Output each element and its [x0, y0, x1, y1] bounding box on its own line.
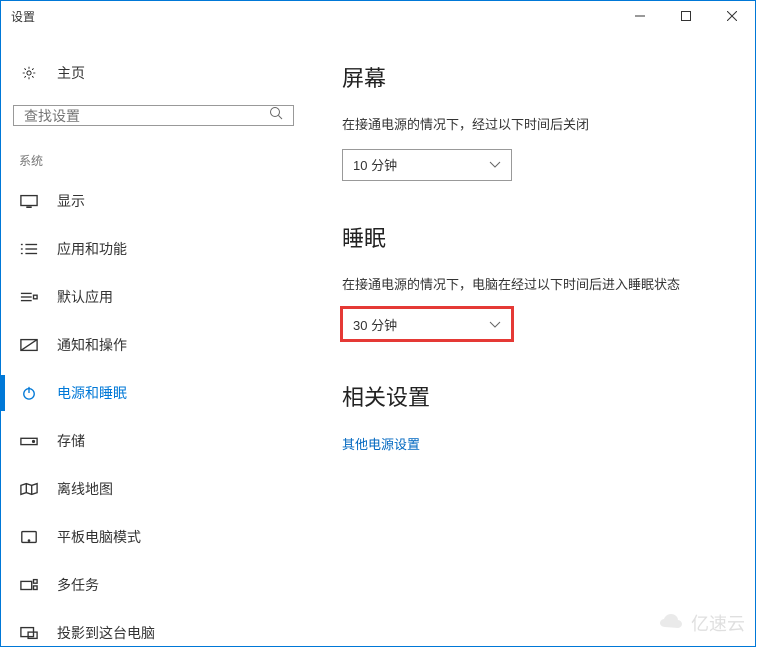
sidebar-item-storage[interactable]: 存储	[1, 417, 306, 465]
sleep-timeout-value: 30 分钟	[353, 315, 397, 334]
chevron-down-icon	[489, 157, 501, 172]
screen-timeout-value: 10 分钟	[353, 155, 397, 174]
titlebar: 设置	[1, 1, 755, 31]
sidebar-item-display[interactable]: 显示	[1, 177, 306, 225]
settings-window: 设置 主页	[0, 0, 756, 647]
sidebar-item-tablet-mode[interactable]: 平板电脑模式	[1, 513, 306, 561]
home-link[interactable]: 主页	[1, 51, 306, 95]
tablet-icon	[19, 530, 39, 544]
power-icon	[19, 386, 39, 400]
home-label: 主页	[57, 63, 85, 83]
category-label: 系统	[1, 126, 306, 177]
screen-timeout-dropdown[interactable]: 10 分钟	[342, 149, 512, 181]
minimize-button[interactable]	[617, 1, 663, 31]
related-section-title: 相关设置	[342, 380, 735, 412]
sidebar-item-label: 离线地图	[57, 479, 113, 499]
chevron-down-icon	[489, 317, 501, 332]
close-button[interactable]	[709, 1, 755, 31]
sidebar-item-label: 存储	[57, 431, 85, 451]
watermark-text: 亿速云	[691, 610, 745, 636]
other-power-settings-link[interactable]: 其他电源设置	[342, 434, 735, 453]
sleep-section-title: 睡眠	[342, 221, 735, 253]
window-title: 设置	[11, 8, 35, 25]
storage-icon	[19, 434, 39, 448]
sidebar-item-notifications[interactable]: 通知和操作	[1, 321, 306, 369]
screen-section-title: 屏幕	[342, 61, 735, 93]
sidebar-item-label: 电源和睡眠	[57, 383, 127, 403]
project-icon	[19, 626, 39, 640]
list-icon	[19, 242, 39, 256]
sidebar-item-label: 多任务	[57, 575, 99, 595]
watermark: 亿速云	[657, 610, 745, 636]
sleep-section-text: 在接通电源的情况下，电脑在经过以下时间后进入睡眠状态	[342, 275, 722, 295]
sidebar: 主页 系统 显示 应用和功能 默认	[1, 31, 306, 646]
monitor-icon	[19, 194, 39, 208]
nav-list: 显示 应用和功能 默认应用 通知和操作 电源和睡眠	[1, 177, 306, 657]
sleep-timeout-dropdown[interactable]: 30 分钟	[342, 308, 512, 340]
multitask-icon	[19, 578, 39, 592]
sidebar-item-label: 显示	[57, 191, 85, 211]
search-input[interactable]	[24, 108, 269, 124]
sidebar-item-label: 通知和操作	[57, 335, 127, 355]
main-panel: 屏幕 在接通电源的情况下，经过以下时间后关闭 10 分钟 睡眠 在接通电源的情况…	[306, 31, 755, 646]
default-apps-icon	[19, 290, 39, 304]
window-controls	[617, 1, 755, 31]
sidebar-item-label: 默认应用	[57, 287, 113, 307]
content-area: 主页 系统 显示 应用和功能 默认	[1, 31, 755, 646]
gear-icon	[19, 66, 39, 80]
sidebar-item-default-apps[interactable]: 默认应用	[1, 273, 306, 321]
sidebar-item-offline-maps[interactable]: 离线地图	[1, 465, 306, 513]
search-icon	[269, 106, 283, 125]
search-box[interactable]	[13, 105, 294, 126]
notifications-icon	[19, 338, 39, 352]
maximize-button[interactable]	[663, 1, 709, 31]
sidebar-item-label: 投影到这台电脑	[57, 623, 155, 643]
sidebar-item-label: 平板电脑模式	[57, 527, 141, 547]
sidebar-item-label: 应用和功能	[57, 239, 127, 259]
sidebar-item-apps[interactable]: 应用和功能	[1, 225, 306, 273]
sidebar-item-projecting[interactable]: 投影到这台电脑	[1, 609, 306, 657]
sidebar-item-multitasking[interactable]: 多任务	[1, 561, 306, 609]
map-icon	[19, 482, 39, 496]
screen-section-text: 在接通电源的情况下，经过以下时间后关闭	[342, 115, 722, 135]
sidebar-item-power-sleep[interactable]: 电源和睡眠	[1, 369, 306, 417]
